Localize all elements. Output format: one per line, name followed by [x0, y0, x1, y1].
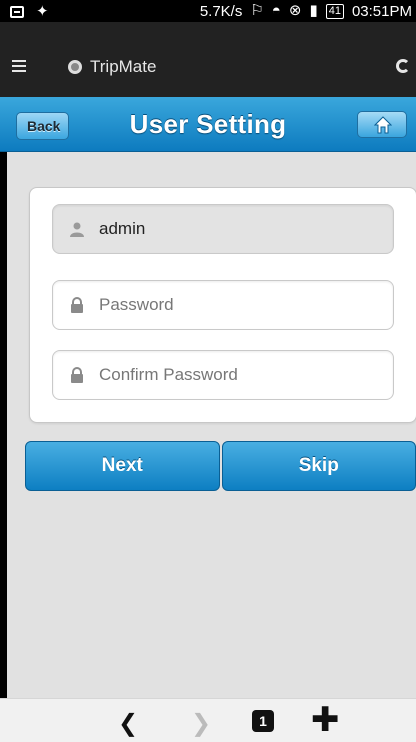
tab-count-button[interactable]: 1 — [252, 710, 274, 732]
next-button[interactable]: Next — [25, 441, 220, 491]
status-bar: ✦ 5.7K/s ⚐ ◓ ⊗ ▮ 41 03:51PM — [0, 0, 416, 22]
app-name: TripMate — [90, 57, 157, 76]
page-header: Back User Setting — [0, 97, 416, 152]
lock-icon — [71, 297, 83, 313]
clock: 03:51PM — [351, 2, 412, 20]
battery-icon: 41 — [325, 3, 344, 19]
signal-strength-icon: ✦ — [36, 3, 49, 20]
mute-icon: ⚐ — [250, 2, 264, 19]
home-icon — [374, 116, 392, 134]
signal-icon: ▮ — [309, 2, 318, 19]
confirm-password-field[interactable]: Confirm Password — [52, 350, 394, 400]
password-placeholder: Password — [99, 295, 174, 314]
back-arrow-icon[interactable]: ❮ — [118, 709, 138, 738]
password-field[interactable]: Password — [52, 280, 394, 330]
username-field[interactable]: admin — [52, 204, 394, 254]
bottom-navigation: ❮ ❯ 1 ✚ — [0, 698, 416, 742]
screen-icon — [10, 6, 24, 18]
app-logo-icon — [68, 60, 82, 74]
reload-icon[interactable] — [396, 59, 410, 73]
action-buttons: Next Skip — [25, 441, 416, 493]
wifi-icon: ◓ — [271, 2, 281, 19]
confirm-password-placeholder: Confirm Password — [99, 365, 238, 384]
page-title: User Setting — [129, 109, 287, 139]
browser-toolbar: TripMate — [0, 22, 416, 97]
skip-button[interactable]: Skip — [221, 441, 416, 491]
content-area: admin Password Confirm Password Next Ski… — [7, 152, 416, 698]
user-icon — [70, 222, 84, 237]
lock-icon — [71, 367, 83, 383]
user-setting-form: admin Password Confirm Password — [29, 187, 416, 423]
notification-icon: ⊗ — [288, 2, 302, 19]
new-tab-icon[interactable]: ✚ — [311, 702, 340, 738]
app-title[interactable]: TripMate — [68, 57, 156, 77]
menu-icon[interactable] — [12, 60, 26, 72]
username-value: admin — [99, 219, 146, 238]
forward-arrow-icon[interactable]: ❯ — [191, 709, 211, 738]
net-speed: 5.7K/s — [199, 2, 243, 20]
home-button[interactable] — [357, 111, 407, 138]
